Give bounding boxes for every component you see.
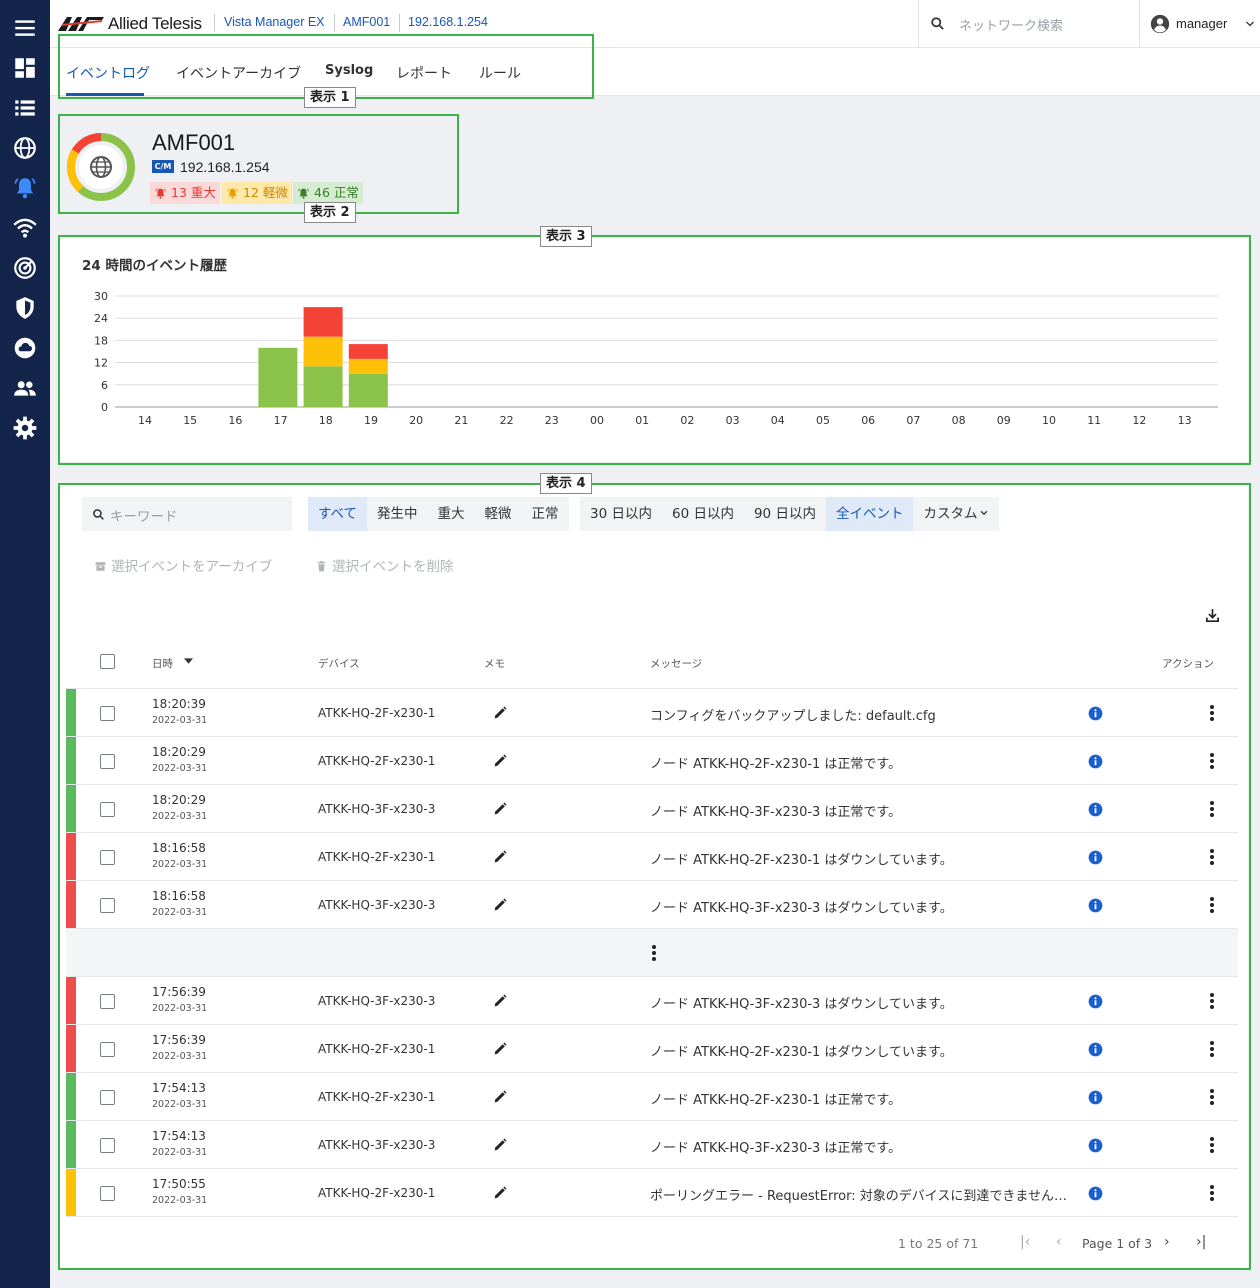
cloud-icon[interactable]	[12, 335, 38, 361]
annotation-box-3	[58, 235, 1251, 465]
brand-logo[interactable]: Allied Telesis	[58, 14, 202, 34]
radar-icon[interactable]	[12, 255, 38, 281]
search-input[interactable]: ネットワーク検索	[959, 15, 1063, 34]
dashboard-icon[interactable]	[12, 55, 38, 81]
annotation-box-2	[58, 114, 459, 214]
callout-1: 表示 1	[304, 87, 356, 108]
menu-icon[interactable]	[12, 15, 38, 41]
users-icon[interactable]	[12, 375, 38, 401]
gear-icon[interactable]	[12, 415, 38, 441]
allied-telesis-logo-icon	[58, 17, 104, 31]
sidebar	[0, 0, 50, 1288]
breadcrumb-ip[interactable]: 192.168.1.254	[408, 15, 488, 29]
chevron-down-icon	[1246, 21, 1254, 27]
network-search[interactable]: ネットワーク検索	[918, 0, 1140, 48]
wifi-icon[interactable]	[12, 215, 38, 241]
callout-3: 表示 3	[540, 226, 592, 247]
globe-icon[interactable]	[12, 135, 38, 161]
user-menu[interactable]: manager	[1148, 0, 1260, 48]
annotation-box-4	[58, 483, 1251, 1270]
breadcrumb-app[interactable]: Vista Manager EX	[224, 15, 325, 29]
list-icon[interactable]	[12, 95, 38, 121]
shield-icon[interactable]	[12, 295, 38, 321]
callout-2: 表示 2	[304, 202, 356, 223]
breadcrumb-separator	[399, 14, 400, 32]
user-name: manager	[1176, 16, 1228, 31]
search-icon	[931, 17, 944, 30]
breadcrumb-separator	[214, 14, 215, 32]
callout-4: 表示 4	[540, 473, 592, 494]
breadcrumb-separator	[334, 14, 335, 32]
breadcrumb-device[interactable]: AMF001	[343, 15, 390, 29]
account-icon	[1150, 14, 1170, 34]
logo-text: Allied Telesis	[108, 14, 202, 33]
bell-icon[interactable]	[12, 175, 38, 201]
